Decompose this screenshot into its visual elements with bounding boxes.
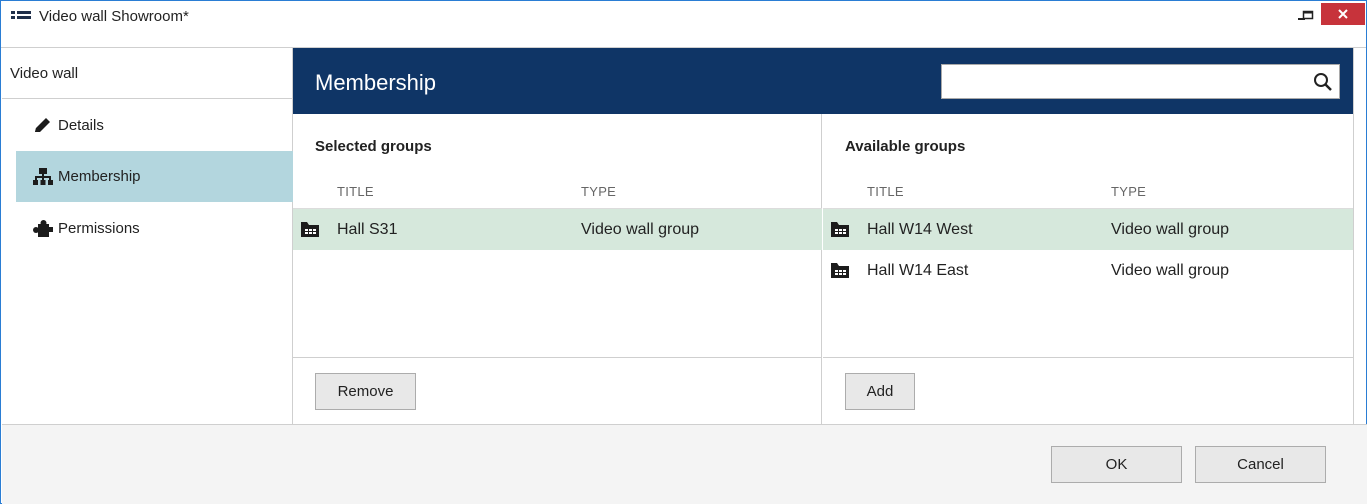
add-button[interactable]: Add — [845, 373, 915, 410]
row-type: Video wall group — [581, 221, 700, 238]
table-row[interactable]: Hall W14 East Video wall group — [823, 250, 1353, 291]
panel-footer-divider — [293, 357, 822, 358]
search-input[interactable] — [946, 69, 1306, 95]
list-icon — [11, 11, 31, 19]
window-title: Video wall Showroom* — [39, 8, 189, 25]
row-title: Hall S31 — [337, 221, 398, 238]
sidebar-item-details[interactable]: Details — [2, 100, 293, 150]
maximize-button[interactable] — [1293, 1, 1323, 29]
folder-icon — [301, 222, 319, 237]
available-groups-panel: Available groups TITLE TYPE Hall W14 Wes… — [823, 114, 1353, 424]
sidebar-header: Video wall — [2, 48, 293, 99]
sidebar-header-label: Video wall — [10, 65, 79, 82]
column-header-title[interactable]: TITLE — [337, 184, 374, 199]
page-title: Membership — [315, 70, 437, 95]
search-icon[interactable] — [1313, 72, 1333, 92]
sidebar: Video wall Details Membership Permission… — [2, 48, 293, 424]
cancel-button[interactable]: Cancel — [1195, 446, 1326, 483]
hierarchy-icon — [32, 167, 54, 187]
folder-icon — [831, 222, 849, 237]
sidebar-item-label: Permissions — [58, 220, 140, 237]
row-title: Hall W14 West — [867, 221, 973, 238]
row-type: Video wall group — [1111, 262, 1230, 279]
row-type: Video wall group — [1111, 221, 1230, 238]
sidebar-item-permissions[interactable]: Permissions — [2, 203, 293, 254]
sidebar-item-membership[interactable]: Membership — [16, 151, 293, 202]
close-button[interactable] — [1321, 3, 1365, 25]
main-panel: Membership Selected groups TITLE TYPE Ha… — [293, 48, 1354, 424]
table-row[interactable]: Hall W14 West Video wall group — [823, 209, 1353, 250]
column-header-type[interactable]: TYPE — [1111, 184, 1146, 199]
dialog-window: Video wall Showroom* Video wall Details — [0, 0, 1367, 504]
sidebar-item-label: Details — [58, 116, 104, 134]
title-bar: Video wall Showroom* — [1, 1, 1366, 32]
column-header-title[interactable]: TITLE — [867, 184, 904, 199]
ok-button[interactable]: OK — [1051, 446, 1182, 483]
close-icon — [1338, 9, 1348, 19]
section-header: Membership — [293, 48, 1353, 114]
available-groups-title: Available groups — [845, 138, 966, 155]
row-title: Hall W14 East — [867, 262, 969, 279]
sidebar-item-label: Membership — [58, 168, 141, 185]
dialog-footer: OK Cancel — [2, 424, 1367, 504]
search-box — [941, 64, 1340, 99]
panel-footer-divider — [823, 357, 1353, 358]
pencil-icon — [32, 115, 54, 135]
selected-groups-title: Selected groups — [315, 138, 432, 155]
column-header-type[interactable]: TYPE — [581, 184, 616, 199]
maximize-icon — [1302, 10, 1314, 20]
puzzle-icon — [32, 219, 54, 239]
remove-button[interactable]: Remove — [315, 373, 416, 410]
table-row[interactable]: Hall S31 Video wall group — [293, 209, 822, 250]
selected-groups-panel: Selected groups TITLE TYPE Hall S31 Vide… — [293, 114, 822, 424]
folder-icon — [831, 263, 849, 278]
